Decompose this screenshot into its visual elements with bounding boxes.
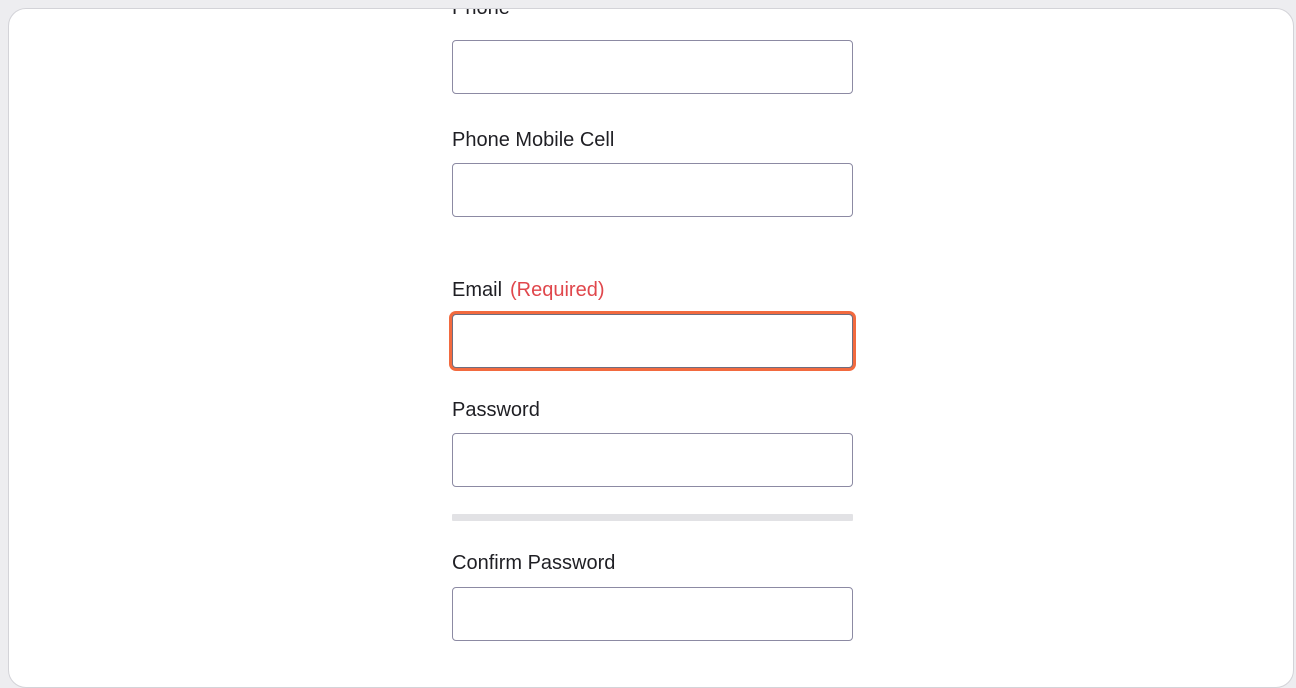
phone-input[interactable] [452,40,853,94]
phone-label: Phone [452,8,510,19]
phone-mobile-cell-input[interactable] [452,163,853,217]
password-input[interactable] [452,433,853,487]
password-label: Password [452,399,540,421]
email-label-text: Email [452,279,503,301]
confirm-password-input[interactable] [452,587,853,641]
phone-mobile-cell-label: Phone Mobile Cell [452,129,615,151]
confirm-password-label: Confirm Password [452,552,616,574]
required-indicator: (Required) [510,279,605,301]
email-label: Email (Required) [452,279,605,302]
form-card: Phone Phone Mobile Cell Email (Required) … [8,8,1294,688]
password-strength-bar [452,514,853,521]
email-input[interactable] [452,314,853,368]
